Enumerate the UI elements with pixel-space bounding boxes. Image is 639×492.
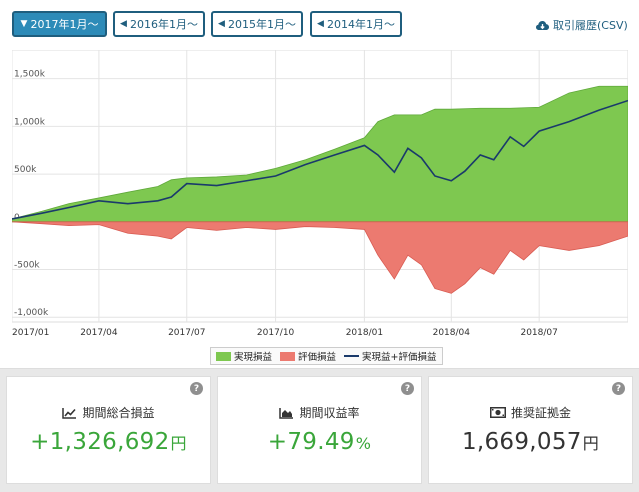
legend-swatch <box>216 351 231 361</box>
caret-left-icon: ◀ <box>317 19 324 29</box>
legend-label: 実現損益 <box>234 352 273 363</box>
card-title: 推奨証拠金 <box>510 406 571 420</box>
x-tick-label: 2018/01 <box>346 328 383 338</box>
line-chart-icon <box>62 407 77 419</box>
return-rate-card: ? 期間収益率 +79.49% <box>217 376 422 484</box>
x-tick-label: 2017/10 <box>257 328 295 338</box>
period-button-2016[interactable]: ◀ 2016年1月〜 <box>113 11 205 37</box>
card-title-row: 推奨証拠金 <box>429 404 632 421</box>
x-tick-label: 2018/04 <box>433 328 471 338</box>
card-value: 1,669,057 <box>461 429 582 455</box>
period-button-2015[interactable]: ◀ 2015年1月〜 <box>211 11 303 37</box>
card-unit: % <box>355 434 372 453</box>
period-label: 2016年1月〜 <box>129 18 198 31</box>
help-icon[interactable]: ? <box>401 382 414 395</box>
card-title-row: 期間収益率 <box>218 404 421 421</box>
legend-swatch <box>280 351 296 361</box>
legend-label: 実現益+評価損益 <box>362 352 437 363</box>
card-unit: 円 <box>170 434 187 453</box>
help-icon[interactable]: ? <box>612 382 625 395</box>
pnl-chart: 1,500k1,000k500k0-500k-1,000k2017/012017… <box>11 49 629 340</box>
margin-value-row: 1,669,057円 <box>429 429 632 455</box>
period-label: 2015年1月〜 <box>227 18 296 31</box>
x-tick-label: 2017/04 <box>80 328 118 338</box>
x-tick-label: 2018/07 <box>520 328 557 338</box>
caret-left-icon: ◀ <box>218 19 225 29</box>
chart-legend: 実現損益 評価損益 実現益+評価損益 <box>210 347 443 365</box>
y-tick-label: -500k <box>14 261 40 271</box>
pnl-chart-svg: 1,500k1,000k500k0-500k-1,000k2017/012017… <box>11 49 629 338</box>
top-panel: ▼ 2017年1月〜 ◀ 2016年1月〜 ◀ 2015年1月〜 ◀ 2014年… <box>0 0 639 369</box>
y-tick-label: 500k <box>14 165 37 175</box>
help-icon[interactable]: ? <box>190 382 203 395</box>
money-icon <box>489 407 506 418</box>
period-label: 2017年1月〜 <box>30 18 99 31</box>
card-title-row: 期間総合損益 <box>7 404 210 421</box>
x-tick-label: 2017/07 <box>168 328 205 338</box>
legend-item-total: 実現益+評価損益 <box>344 349 437 363</box>
caret-left-icon: ◀ <box>120 19 127 29</box>
cloud-download-icon <box>536 20 549 30</box>
y-tick-label: -1,000k <box>14 308 49 318</box>
legend-item-realized: 実現損益 <box>216 349 272 363</box>
period-label: 2014年1月〜 <box>326 18 395 31</box>
card-unit: 円 <box>582 434 600 453</box>
return-rate-value-row: +79.49% <box>218 429 421 455</box>
card-title: 期間総合損益 <box>82 406 155 420</box>
legend-item-unrealized: 評価損益 <box>280 349 336 363</box>
total-pnl-value-row: +1,326,692円 <box>7 429 210 455</box>
card-value: +79.49 <box>267 429 355 455</box>
legend-label: 評価損益 <box>298 352 337 363</box>
period-button-2017[interactable]: ▼ 2017年1月〜 <box>12 11 107 37</box>
export-csv-link[interactable]: 取引履歴(CSV) <box>536 17 628 33</box>
card-title: 期間収益率 <box>299 406 360 420</box>
recommended-margin-card: ? 推奨証拠金 1,669,057円 <box>428 376 633 484</box>
area-chart-icon <box>279 407 294 419</box>
period-button-2014[interactable]: ◀ 2014年1月〜 <box>310 11 402 37</box>
y-tick-label: 1,500k <box>14 70 46 80</box>
export-label: 取引履歴(CSV) <box>553 19 628 32</box>
card-value: +1,326,692 <box>30 429 170 455</box>
x-tick-label: 2017/01 <box>12 328 49 338</box>
legend-line-swatch <box>344 355 360 357</box>
total-pnl-card: ? 期間総合損益 +1,326,692円 <box>6 376 211 484</box>
caret-down-icon: ▼ <box>20 19 28 29</box>
y-tick-label: 1,000k <box>14 117 46 127</box>
